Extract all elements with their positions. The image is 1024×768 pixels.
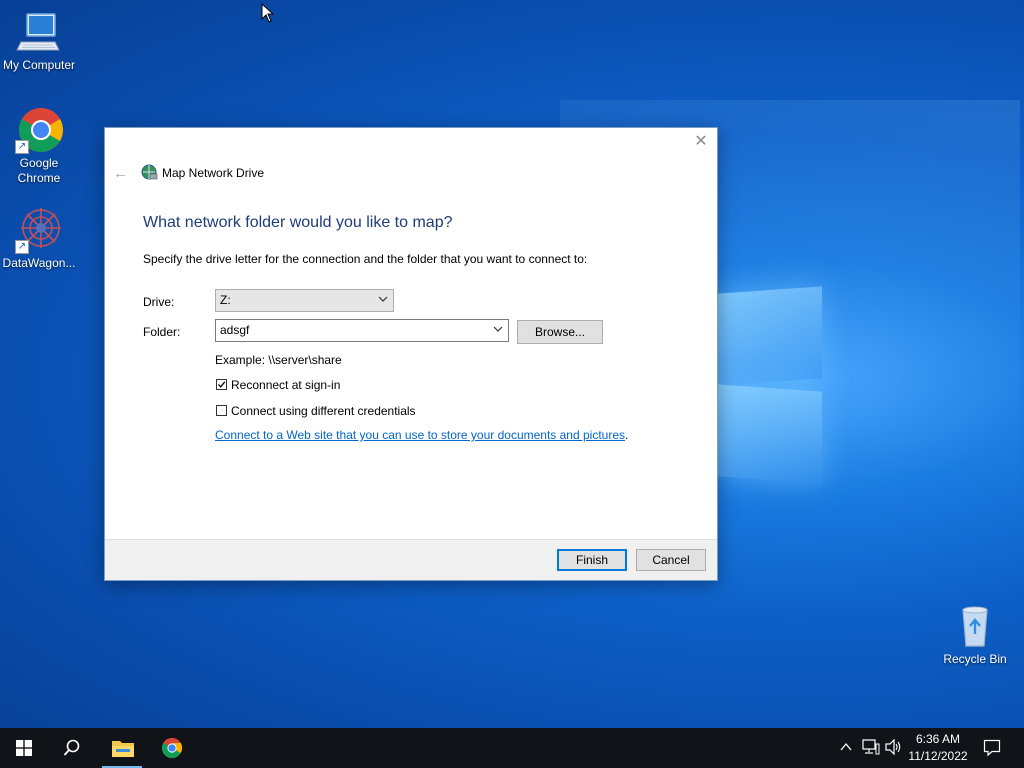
shortcut-arrow-icon: ↗ xyxy=(15,140,29,154)
drive-select[interactable]: Z: xyxy=(215,289,394,312)
desktop-icon-recycle-bin[interactable]: Recycle Bin xyxy=(936,602,1014,667)
folder-label: Folder: xyxy=(143,325,181,339)
search-icon xyxy=(63,739,80,756)
desktop-icon-label: My Computer xyxy=(2,58,76,72)
desktop-icon-label: DataWagon... xyxy=(2,256,76,270)
cancel-button[interactable]: Cancel xyxy=(636,549,706,571)
taskbar-chrome[interactable] xyxy=(148,728,196,768)
drive-select-value: Z: xyxy=(220,293,231,307)
credentials-checkbox[interactable] xyxy=(216,405,227,416)
datawagon-icon: ↗ xyxy=(15,206,63,254)
chevron-up-icon[interactable] xyxy=(840,742,852,752)
dialog-title: Map Network Drive xyxy=(162,166,265,180)
folder-input-value: adsgf xyxy=(220,323,250,337)
close-icon[interactable]: ✕ xyxy=(693,134,709,150)
network-icon[interactable] xyxy=(862,739,880,755)
windows-logo-wallpaper xyxy=(718,286,822,484)
reconnect-label[interactable]: Reconnect at sign-in xyxy=(231,378,340,392)
chrome-icon: ↗ xyxy=(15,106,63,154)
search-button[interactable] xyxy=(48,728,96,768)
clock-date[interactable]: 11/12/2022 xyxy=(906,749,970,763)
shortcut-arrow-icon: ↗ xyxy=(15,240,29,254)
folder-icon xyxy=(112,741,134,757)
desktop-icon-label: Recycle Bin xyxy=(943,652,1007,666)
recycle-bin-icon xyxy=(951,602,999,650)
reconnect-checkbox[interactable] xyxy=(216,379,227,390)
computer-icon xyxy=(15,8,63,56)
example-text: Example: \\server\share xyxy=(215,353,342,367)
credentials-label[interactable]: Connect using different credentials xyxy=(231,404,416,418)
checkmark-icon xyxy=(218,381,226,388)
web-site-link-row: Connect to a Web site that you can use t… xyxy=(215,428,628,442)
network-drive-icon xyxy=(141,164,158,180)
volume-icon[interactable] xyxy=(885,739,903,755)
chrome-icon xyxy=(161,737,183,759)
dialog-footer: Finish Cancel xyxy=(105,539,717,580)
desktop-icon-datawagon[interactable]: ↗ DataWagon... xyxy=(0,206,78,271)
desktop-icon-google-chrome[interactable]: ↗ Google Chrome xyxy=(0,106,78,186)
instruction-text: Specify the drive letter for the connect… xyxy=(143,252,588,266)
notification-icon[interactable] xyxy=(983,739,1001,757)
desktop-icon-label: Google Chrome xyxy=(17,156,61,185)
desktop-icon-my-computer[interactable]: My Computer xyxy=(0,8,78,73)
mouse-cursor-icon xyxy=(261,3,275,23)
back-arrow-icon[interactable]: ← xyxy=(113,165,128,182)
finish-button[interactable]: Finish xyxy=(557,549,627,571)
link-period: . xyxy=(625,428,629,442)
chevron-down-icon xyxy=(378,296,388,302)
browse-button[interactable]: Browse... xyxy=(517,320,603,344)
clock-time[interactable]: 6:36 AM xyxy=(906,732,970,746)
taskbar: 6:36 AM 11/12/2022 xyxy=(0,728,1024,768)
windows-start-icon xyxy=(16,740,32,756)
web-site-link[interactable]: Connect to a Web site that you can use t… xyxy=(215,428,625,442)
taskbar-file-explorer[interactable] xyxy=(98,728,146,768)
desktop: My Computer ↗ Google Chrome ↗ DataWagon.… xyxy=(0,0,1024,728)
drive-label: Drive: xyxy=(143,295,175,309)
start-button[interactable] xyxy=(0,728,48,768)
chevron-down-icon[interactable] xyxy=(493,324,503,334)
map-network-drive-dialog: ✕ ← Map Network Drive What network folde… xyxy=(104,127,718,581)
folder-input[interactable]: adsgf xyxy=(215,319,509,342)
dialog-heading: What network folder would you like to ma… xyxy=(143,214,453,231)
